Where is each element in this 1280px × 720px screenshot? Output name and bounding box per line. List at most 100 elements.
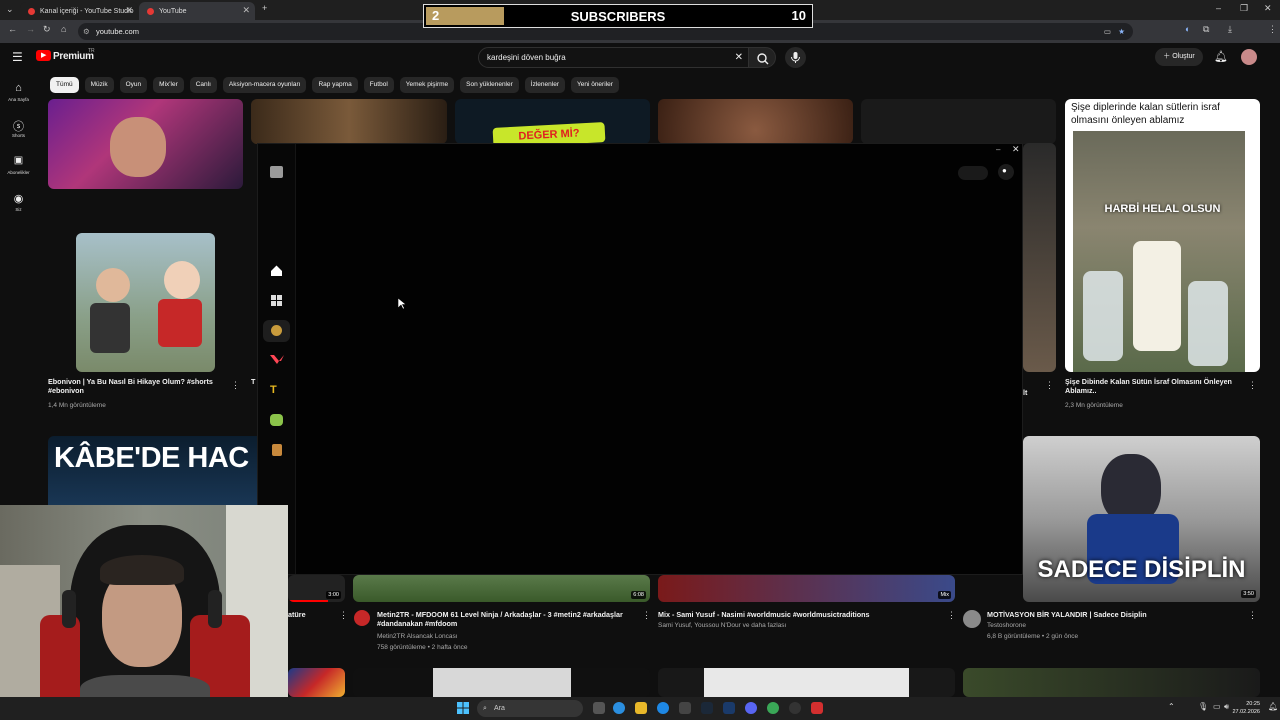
video-thumbnail[interactable] xyxy=(963,668,1260,697)
cast-icon[interactable]: ▭ xyxy=(1104,23,1111,40)
clear-search-icon[interactable]: ✕ xyxy=(735,48,743,67)
taskbar-search[interactable]: ⌕ Ara xyxy=(477,700,583,717)
search-button[interactable] xyxy=(748,47,776,68)
more-options-icon[interactable]: ⋮ xyxy=(339,610,348,621)
reload-icon[interactable]: ↻ xyxy=(43,24,51,35)
game-league-button[interactable] xyxy=(263,320,290,342)
video-thumbnail[interactable] xyxy=(861,99,1056,144)
forward-icon[interactable]: → xyxy=(26,24,35,34)
start-windows-icon[interactable] xyxy=(457,702,469,714)
search-input[interactable]: kardeşini döven buğra ✕ xyxy=(478,47,750,68)
chip-watched[interactable]: İzlenenler xyxy=(524,77,565,93)
video-title[interactable]: MOTİVASYON BİR YALANDIR | Sadece Disipli… xyxy=(987,610,1237,619)
video-thumbnail[interactable] xyxy=(658,668,955,697)
network-icon[interactable]: ▭ xyxy=(1213,702,1221,711)
library-grid-icon[interactable] xyxy=(271,295,282,306)
chip-music[interactable]: Müzik xyxy=(84,77,114,93)
file-explorer-icon[interactable] xyxy=(635,702,647,714)
rail-item-home[interactable]: ⌂ Ana Sayfa xyxy=(2,82,35,102)
hamburger-menu-icon[interactable]: ☰ xyxy=(12,50,23,64)
video-thumbnail[interactable]: 6:08 xyxy=(353,575,650,602)
more-options-icon[interactable]: ⋮ xyxy=(1248,380,1257,391)
chip-new-to-you[interactable]: Yeni öneriler xyxy=(570,77,619,93)
edge-icon[interactable] xyxy=(657,702,669,714)
rail-item-subscriptions[interactable]: ▣ Abonelikler xyxy=(2,155,35,175)
video-thumbnail[interactable]: DEĞER Mİ? xyxy=(455,99,650,144)
video-thumbnail[interactable] xyxy=(658,99,853,144)
video-thumbnail[interactable]: KÂBE'DE HAC xyxy=(48,436,288,516)
new-tab-icon[interactable]: + xyxy=(262,3,267,13)
obs-icon[interactable] xyxy=(789,702,801,714)
tab-youtube-studio[interactable]: Kanal içeriği - YouTube Studio ✕ xyxy=(20,2,138,20)
battlenet-icon[interactable] xyxy=(723,702,735,714)
minimize-icon[interactable]: – xyxy=(996,145,1000,154)
close-tab-icon[interactable]: ✕ xyxy=(242,5,250,16)
video-title[interactable]: lt xyxy=(1023,388,1043,397)
chip-cooking[interactable]: Yemek pişirme xyxy=(399,77,455,93)
voice-search-button[interactable] xyxy=(785,47,806,68)
close-window-icon[interactable]: ✕ xyxy=(1264,3,1272,14)
chip-gaming[interactable]: Oyun xyxy=(119,77,148,93)
site-info-icon[interactable]: ⚙ xyxy=(83,23,90,40)
chip-rap[interactable]: Rap yapma xyxy=(312,77,358,93)
back-icon[interactable]: ← xyxy=(8,24,17,34)
profile-button[interactable]: ● xyxy=(998,164,1014,180)
video-thumbnail[interactable]: 3:00 xyxy=(288,575,345,602)
volume-icon[interactable]: 🔊︎ xyxy=(1224,702,1229,712)
chip-mixes[interactable]: Mix'ler xyxy=(153,77,184,93)
tab-youtube[interactable]: YouTube ✕ xyxy=(139,2,255,20)
notifications-bell-icon[interactable]: 🔔︎ xyxy=(1214,50,1228,63)
riot-client-icon[interactable] xyxy=(811,702,823,714)
minimize-icon[interactable]: – xyxy=(1216,3,1221,13)
channel-name[interactable]: Metin2TR Alsancak Loncası xyxy=(377,632,458,641)
chip-recently-uploaded[interactable]: Son yüklenenler xyxy=(460,77,519,93)
youtube-logo-icon[interactable]: ▶ xyxy=(36,50,51,61)
tray-overflow-icon[interactable]: ⌃ xyxy=(1168,702,1175,711)
channel-avatar[interactable] xyxy=(354,610,370,626)
avatar[interactable] xyxy=(1241,49,1257,65)
tft-icon[interactable]: T xyxy=(270,384,283,396)
system-clock[interactable]: 20:25 27.02.2026 xyxy=(1232,700,1260,716)
channel-name[interactable]: Testoshorone xyxy=(987,621,1026,630)
short-thumbnail[interactable]: Şişe diplerinde kalan sütlerin israf olm… xyxy=(1065,99,1260,372)
video-thumbnail[interactable] xyxy=(251,99,447,144)
discord-icon[interactable] xyxy=(745,702,757,714)
home-icon[interactable]: ⌂ xyxy=(61,24,66,34)
video-thumbnail[interactable] xyxy=(288,668,345,697)
channel-avatar[interactable] xyxy=(963,610,981,628)
close-window-icon[interactable]: ✕ xyxy=(1012,144,1020,155)
more-options-icon[interactable]: ⋮ xyxy=(947,610,956,621)
runeterra-icon[interactable] xyxy=(270,414,283,426)
rail-item-shorts[interactable]: ⓢ Shorts xyxy=(2,118,35,138)
short-thumbnail[interactable] xyxy=(76,233,215,372)
video-title[interactable]: Metin2TR - MFDOOM 61 Level Ninja / Arkad… xyxy=(377,610,627,628)
wild-rift-icon[interactable] xyxy=(272,444,282,456)
chip-action-adventure[interactable]: Aksiyon-macera oyunları xyxy=(222,77,307,93)
video-thumbnail[interactable]: Mix xyxy=(658,575,955,602)
bookmark-star-icon[interactable]: ★ xyxy=(1118,23,1125,40)
extension-icon[interactable]: ◐ xyxy=(1185,24,1190,34)
maximize-icon[interactable]: ❐ xyxy=(1240,3,1248,14)
tab-list-icon[interactable]: ⌄ xyxy=(6,4,14,15)
extensions-puzzle-icon[interactable]: ⧉ xyxy=(1203,24,1209,35)
microphone-tray-icon[interactable]: 🎙︎ xyxy=(1198,702,1208,711)
chip-football[interactable]: Futbol xyxy=(363,77,394,93)
task-view-icon[interactable] xyxy=(593,702,605,714)
chrome-menu-icon[interactable]: ⋮ xyxy=(1268,24,1277,35)
more-options-icon[interactable]: ⋮ xyxy=(642,610,651,621)
create-button[interactable]: ＋ Oluştur xyxy=(1155,48,1203,66)
status-pill[interactable] xyxy=(958,166,988,180)
more-options-icon[interactable]: ⋮ xyxy=(1045,380,1054,391)
video-title[interactable]: atüre xyxy=(288,610,306,619)
chip-live[interactable]: Canlı xyxy=(189,77,217,93)
rail-item-you[interactable]: ◉ Siz xyxy=(2,192,35,212)
video-title[interactable]: Ebonivon | Ya Bu Nasıl Bi Hikaye Olum? #… xyxy=(48,377,223,395)
video-title[interactable]: Şişe Dibinde Kalan Sütün İsraf Olmasını … xyxy=(1065,377,1245,395)
video-title[interactable]: Mix - Sami Yusuf - Nasimi #worldmusic #w… xyxy=(658,610,938,619)
store-icon[interactable] xyxy=(679,702,691,714)
video-thumbnail[interactable]: SADECE DİSİPLİN 3:50 xyxy=(1023,436,1260,602)
more-options-icon[interactable]: ⋮ xyxy=(231,380,240,391)
notification-center-icon[interactable]: 🔔︎ xyxy=(1268,702,1278,711)
launcher-logo-icon[interactable] xyxy=(270,166,283,178)
channel-name[interactable]: Sami Yusuf, Youssou N'Dour ve daha fazla… xyxy=(658,621,786,630)
